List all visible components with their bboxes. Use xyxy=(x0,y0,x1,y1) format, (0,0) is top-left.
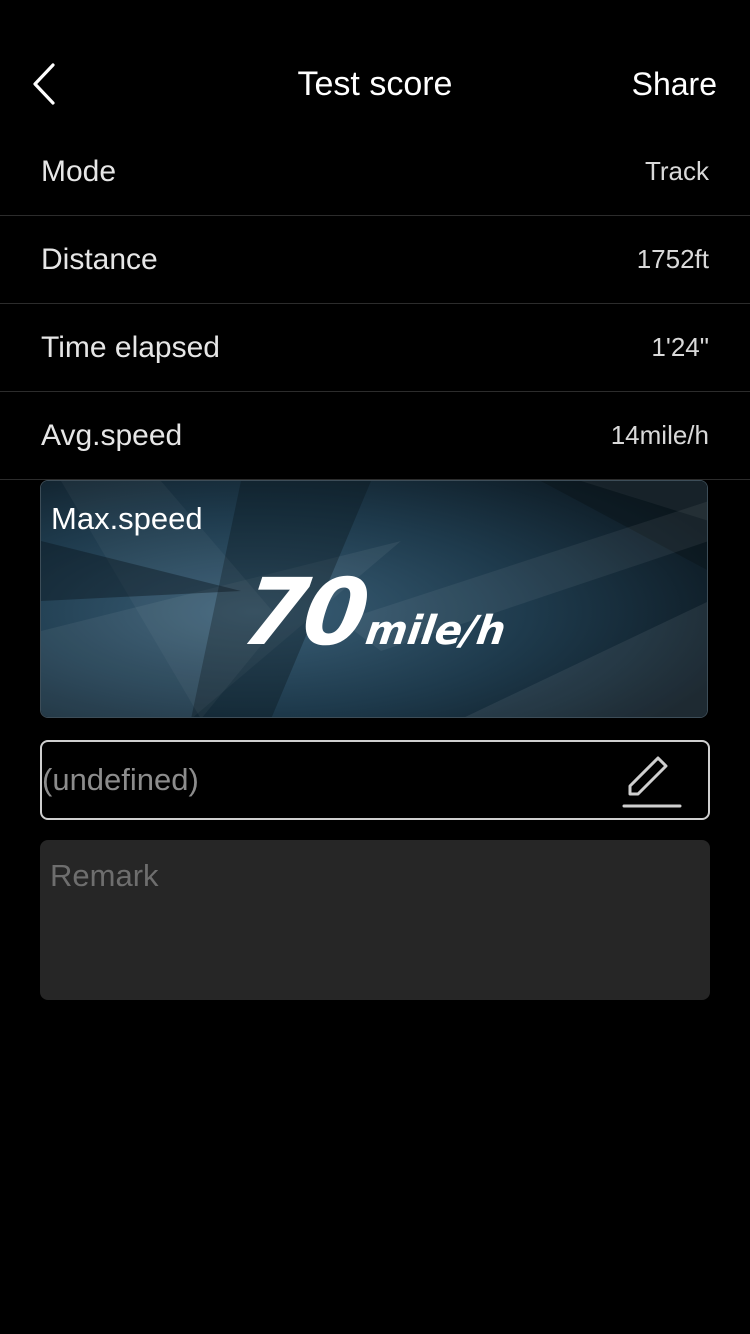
stat-row-avg-speed: Avg.speed 14mile/h xyxy=(0,392,750,480)
chevron-left-icon xyxy=(33,63,55,105)
max-speed-label: Max.speed xyxy=(51,501,203,536)
stat-value: 1'24" xyxy=(651,332,709,362)
stat-label: Mode xyxy=(41,155,117,188)
max-speed-readout: 70mile/h xyxy=(41,559,707,666)
stat-label: Avg.speed xyxy=(41,419,183,452)
stat-value: Track xyxy=(644,156,709,186)
pencil-edit-icon xyxy=(622,756,682,808)
max-speed-value: 70 xyxy=(236,559,372,666)
max-speed-unit: mile/h xyxy=(363,608,509,654)
stat-row-time-elapsed: Time elapsed 1'24" xyxy=(0,304,750,392)
remark-box xyxy=(40,840,710,1000)
edit-button[interactable] xyxy=(620,748,684,812)
name-field xyxy=(40,740,710,820)
stat-value: 1752ft xyxy=(636,244,709,274)
name-input[interactable] xyxy=(42,742,602,818)
page-title: Test score xyxy=(297,65,453,103)
nav-bar: Test score Share xyxy=(0,40,750,128)
back-button[interactable] xyxy=(22,58,66,110)
remark-input[interactable] xyxy=(40,840,710,1000)
stats-list: Mode Track Distance 1752ft Time elapsed … xyxy=(0,128,750,480)
stat-value: 14mile/h xyxy=(610,420,709,450)
max-speed-card: Max.speed 70mile/h xyxy=(40,480,708,718)
stat-label: Time elapsed xyxy=(41,331,220,364)
stat-label: Distance xyxy=(41,243,158,276)
stat-row-mode: Mode Track xyxy=(0,128,750,216)
stat-row-distance: Distance 1752ft xyxy=(0,216,750,304)
share-button[interactable]: Share xyxy=(632,40,717,128)
